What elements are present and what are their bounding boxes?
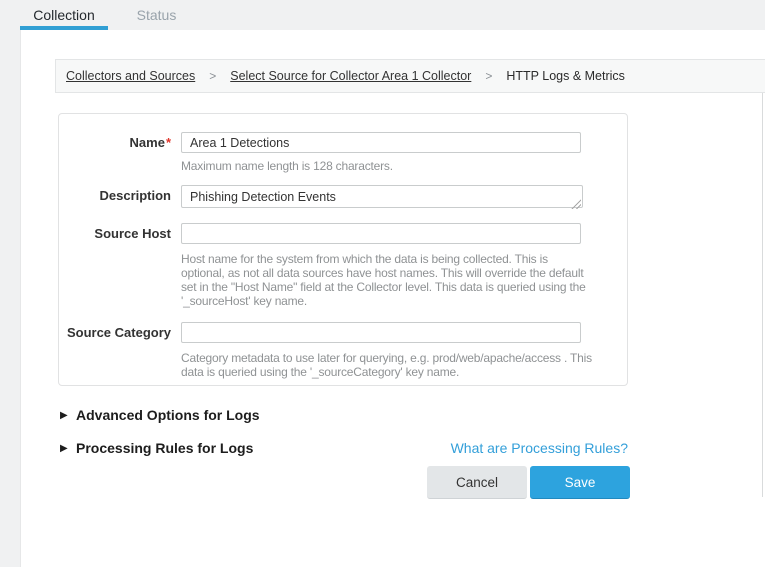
- helper-line: data is queried using the '_sourceCatego…: [181, 365, 583, 379]
- source-host-row: Source Host Host name for the system fro…: [59, 223, 627, 308]
- helper-line: Category metadata to use later for query…: [181, 351, 583, 365]
- advanced-options-toggle[interactable]: ▶ Advanced Options for Logs: [58, 407, 260, 423]
- description-label: Description: [59, 185, 171, 203]
- breadcrumb-current-page: HTTP Logs & Metrics: [506, 69, 625, 83]
- breadcrumb: Collectors and Sources > Select Source f…: [55, 59, 765, 93]
- name-row: Name* Maximum name length is 128 charact…: [59, 132, 627, 173]
- what-are-processing-rules-link[interactable]: What are Processing Rules?: [451, 440, 628, 456]
- tab-collection[interactable]: Collection: [20, 0, 108, 30]
- advanced-options-title: Advanced Options for Logs: [76, 407, 260, 423]
- name-helper-text: Maximum name length is 128 characters.: [181, 159, 583, 173]
- breadcrumb-collectors-and-sources[interactable]: Collectors and Sources: [66, 69, 195, 83]
- name-label: Name*: [59, 132, 171, 150]
- cancel-button[interactable]: Cancel: [427, 466, 527, 499]
- description-row: Description Phishing Detection Events: [59, 185, 627, 213]
- helper-line: '_sourceHost' key name.: [181, 294, 583, 308]
- processing-rules-section: ▶ Processing Rules for Logs What are Pro…: [58, 440, 630, 456]
- tab-bar: Collection Status: [0, 0, 765, 30]
- source-category-label: Source Category: [59, 322, 171, 340]
- advanced-options-section: ▶ Advanced Options for Logs: [58, 407, 630, 423]
- description-textarea[interactable]: Phishing Detection Events: [181, 185, 583, 208]
- expander-triangle-icon: ▶: [60, 410, 76, 421]
- panel-right-border: [762, 93, 763, 497]
- form-content: Name* Maximum name length is 128 charact…: [58, 113, 630, 499]
- processing-rules-title: Processing Rules for Logs: [76, 440, 253, 456]
- helper-line: Host name for the system from which the …: [181, 252, 583, 266]
- required-asterisk: *: [166, 135, 171, 150]
- tab-status[interactable]: Status: [121, 0, 192, 30]
- helper-line: set in the "Host Name" field at the Coll…: [181, 280, 583, 294]
- source-host-label: Source Host: [59, 223, 171, 241]
- breadcrumb-separator-icon: >: [209, 69, 216, 83]
- helper-line: optional, as not all data sources have h…: [181, 266, 583, 280]
- action-button-row: Cancel Save: [58, 466, 630, 499]
- source-category-input[interactable]: [181, 322, 581, 343]
- name-input[interactable]: [181, 132, 581, 153]
- breadcrumb-separator-icon: >: [485, 69, 492, 83]
- breadcrumb-select-source[interactable]: Select Source for Collector Area 1 Colle…: [230, 69, 471, 83]
- processing-rules-toggle[interactable]: ▶ Processing Rules for Logs: [58, 440, 253, 456]
- expander-triangle-icon: ▶: [60, 443, 76, 454]
- source-config-card: Name* Maximum name length is 128 charact…: [58, 113, 628, 386]
- name-label-text: Name: [130, 135, 165, 150]
- source-category-helper-text: Category metadata to use later for query…: [181, 351, 583, 379]
- resize-handle-icon[interactable]: [571, 199, 581, 209]
- source-host-input[interactable]: [181, 223, 581, 244]
- source-category-row: Source Category Category metadata to use…: [59, 322, 627, 379]
- save-button[interactable]: Save: [530, 466, 630, 499]
- source-host-helper-text: Host name for the system from which the …: [181, 252, 583, 308]
